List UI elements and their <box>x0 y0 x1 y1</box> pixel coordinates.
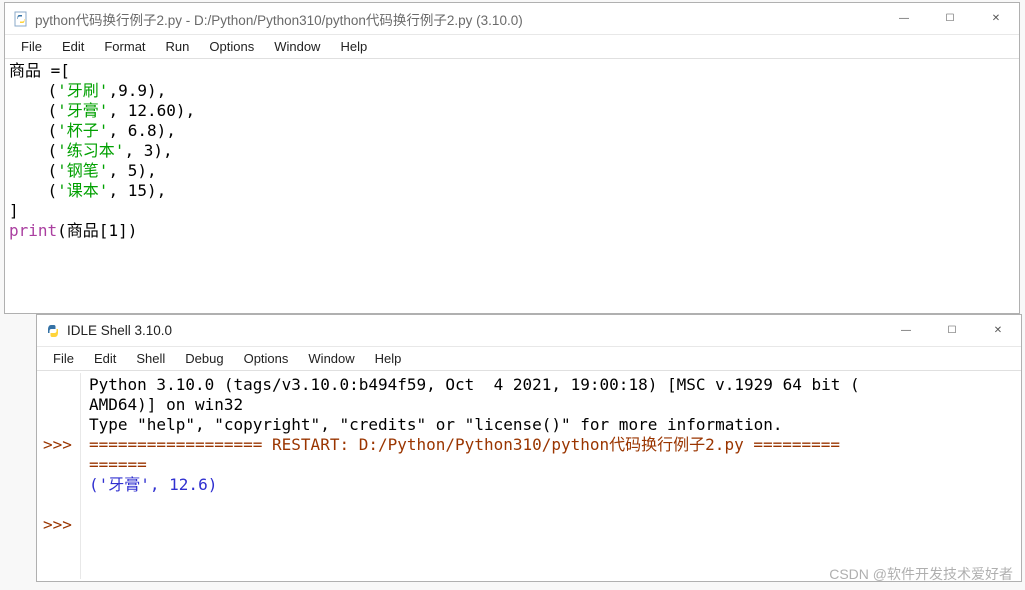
shell-content[interactable]: Python 3.10.0 (tags/v3.10.0:b494f59, Oct… <box>81 373 1017 579</box>
minimize-button[interactable]: — <box>883 316 929 346</box>
window-title: IDLE Shell 3.10.0 <box>67 323 883 338</box>
python-app-icon <box>45 323 61 339</box>
menu-run[interactable]: Run <box>156 37 200 56</box>
menu-edit[interactable]: Edit <box>84 349 126 368</box>
menu-window[interactable]: Window <box>298 349 364 368</box>
idle-shell-window: IDLE Shell 3.10.0 — ☐ ✕ File Edit Shell … <box>36 314 1022 582</box>
shell-output[interactable]: >>> >>> Python 3.10.0 (tags/v3.10.0:b494… <box>37 371 1021 581</box>
close-button[interactable]: ✕ <box>975 316 1021 346</box>
menubar: File Edit Format Run Options Window Help <box>5 35 1019 59</box>
menu-debug[interactable]: Debug <box>175 349 233 368</box>
menu-help[interactable]: Help <box>365 349 412 368</box>
window-controls: — ☐ ✕ <box>881 4 1019 34</box>
menu-edit[interactable]: Edit <box>52 37 94 56</box>
maximize-button[interactable]: ☐ <box>929 316 975 346</box>
menu-shell[interactable]: Shell <box>126 349 175 368</box>
menubar: File Edit Shell Debug Options Window Hel… <box>37 347 1021 371</box>
menu-format[interactable]: Format <box>94 37 155 56</box>
maximize-button[interactable]: ☐ <box>927 4 973 34</box>
close-button[interactable]: ✕ <box>973 4 1019 34</box>
prompt-gutter: >>> >>> <box>41 373 81 579</box>
window-title: python代码换行例子2.py - D:/Python/Python310/p… <box>35 9 881 29</box>
menu-file[interactable]: File <box>11 37 52 56</box>
idle-editor-window: python代码换行例子2.py - D:/Python/Python310/p… <box>4 2 1020 314</box>
python-file-icon <box>13 11 29 27</box>
code-editor[interactable]: 商品 =[ ('牙刷',9.9), ('牙膏', 12.60), ('杯子', … <box>5 59 1019 313</box>
menu-help[interactable]: Help <box>330 37 377 56</box>
titlebar[interactable]: IDLE Shell 3.10.0 — ☐ ✕ <box>37 315 1021 347</box>
window-controls: — ☐ ✕ <box>883 316 1021 346</box>
titlebar[interactable]: python代码换行例子2.py - D:/Python/Python310/p… <box>5 3 1019 35</box>
menu-file[interactable]: File <box>43 349 84 368</box>
menu-window[interactable]: Window <box>264 37 330 56</box>
menu-options[interactable]: Options <box>234 349 299 368</box>
menu-options[interactable]: Options <box>199 37 264 56</box>
minimize-button[interactable]: — <box>881 4 927 34</box>
